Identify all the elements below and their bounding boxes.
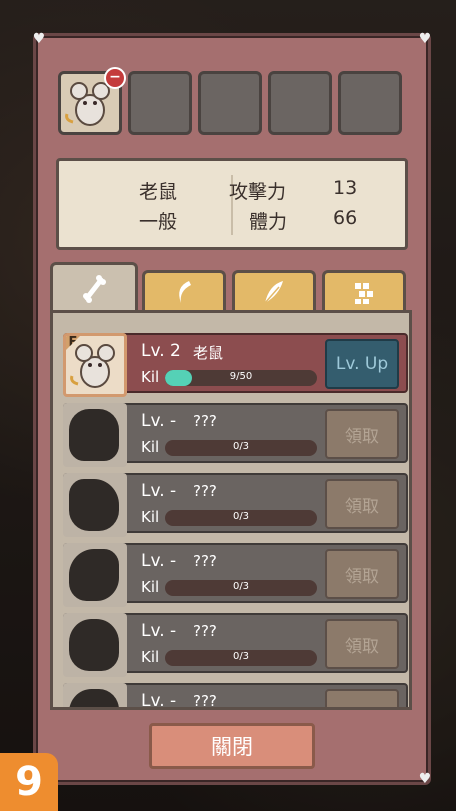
monster-portrait [63,543,127,607]
monster-portrait [63,683,127,707]
level-label: Lv. - [141,551,177,571]
monster-list-name: 老鼠 [193,344,224,362]
hp-label: 體力 [249,211,288,233]
team-slot-3[interactable] [198,71,262,135]
attack-value: 13 [333,177,358,199]
kill-progress-bar: 0/3 [165,580,317,596]
monster-portrait [63,403,127,467]
locked-monster-silhouette [69,409,119,461]
monster-list-name: ??? [193,552,217,570]
level-label: Lv. - [141,481,177,501]
close-button[interactable]: 關閉 [149,723,315,769]
corner-ornament-icon: ♥ [32,31,46,47]
feather-icon [264,280,283,303]
level-up-button[interactable]: Lv. Up [325,339,399,389]
corner-ornament-icon: ♥ [418,31,432,47]
kill-progress-text: 9/50 [229,371,253,382]
corner-ornament-icon: ♥ [418,771,432,787]
tab-scale[interactable] [322,270,406,310]
kill-progress-text: 0/3 [232,581,250,592]
monster-rarity: 一般 [139,211,178,233]
rat-icon [70,344,115,388]
kill-label: Kil [141,578,160,596]
kill-progress-text: 0/3 [232,651,250,662]
team-slots: − [58,67,402,135]
team-slot-4[interactable] [268,71,332,135]
level-label: Lv. 2 [141,341,181,361]
monster-name: 老鼠 [139,181,178,203]
claim-button[interactable]: 領取 [325,549,399,599]
monster-list-name: ??? [193,622,217,640]
claw-icon [179,280,191,303]
monster-collection-panel: ♥ ♥ ♥ ♥ − 老鼠 一般 攻擊力 13 體力 66 [32,31,432,787]
monster-list-name: ??? [193,482,217,500]
claim-button[interactable]: 領取 [325,479,399,529]
claim-button[interactable]: 領取 [325,619,399,669]
list-item[interactable]: Lv. - ??? Kil 0/3 領取 [63,543,408,607]
tab-bone[interactable] [50,262,138,312]
list-item[interactable]: Lv. - ??? [63,683,408,710]
attack-label: 攻擊力 [229,181,287,203]
kill-progress-bar: 0/3 [165,650,317,666]
team-slot-1[interactable]: − [58,67,126,135]
tab-feather[interactable] [232,270,316,310]
locked-monster-silhouette [69,689,119,707]
kill-label: Kil [141,368,160,386]
tab-claw[interactable] [142,270,226,310]
scale-icon [355,282,373,304]
monster-portrait [63,613,127,677]
claim-button[interactable] [325,689,399,707]
category-tabs [50,262,412,312]
monster-list-name: ??? [193,412,217,430]
locked-monster-silhouette [69,619,119,671]
kill-progress-bar: 0/3 [165,510,317,526]
list-item[interactable]: Lv. - ??? Kil 0/3 領取 [63,613,408,677]
locked-monster-silhouette [69,479,119,531]
team-slot-5[interactable] [338,71,402,135]
bone-icon [83,274,106,303]
kill-progress-bar: 0/3 [165,440,317,456]
kill-label: Kil [141,438,160,456]
level-label: Lv. - [141,691,177,710]
remove-slot-button[interactable]: − [104,67,126,89]
monster-list[interactable]: E Lv. 2 老鼠 Kil 9/50 Lv. Up Lv. - ??? Kil… [50,310,412,710]
hp-value: 66 [333,207,358,229]
list-item[interactable]: Lv. - ??? Kil 0/3 領取 [63,403,408,467]
kill-label: Kil [141,508,160,526]
team-slot-2[interactable] [128,71,192,135]
kill-label: Kil [141,648,160,666]
claim-button[interactable]: 領取 [325,409,399,459]
list-item[interactable]: Lv. - ??? Kil 0/3 領取 [63,473,408,537]
kill-progress-text: 0/3 [232,511,250,522]
monster-list-name: ??? [193,692,217,710]
level-label: Lv. - [141,411,177,431]
kill-progress-bar: 9/50 [165,370,317,386]
locked-monster-silhouette [69,549,119,601]
level-label: Lv. - [141,621,177,641]
kill-progress-text: 0/3 [232,441,250,452]
list-item[interactable]: E Lv. 2 老鼠 Kil 9/50 Lv. Up [63,333,408,397]
monster-portrait [63,473,127,537]
step-number-badge: 9 [0,753,58,811]
monster-info-box: 老鼠 一般 攻擊力 13 體力 66 [56,158,408,250]
monster-portrait: E [63,333,127,397]
